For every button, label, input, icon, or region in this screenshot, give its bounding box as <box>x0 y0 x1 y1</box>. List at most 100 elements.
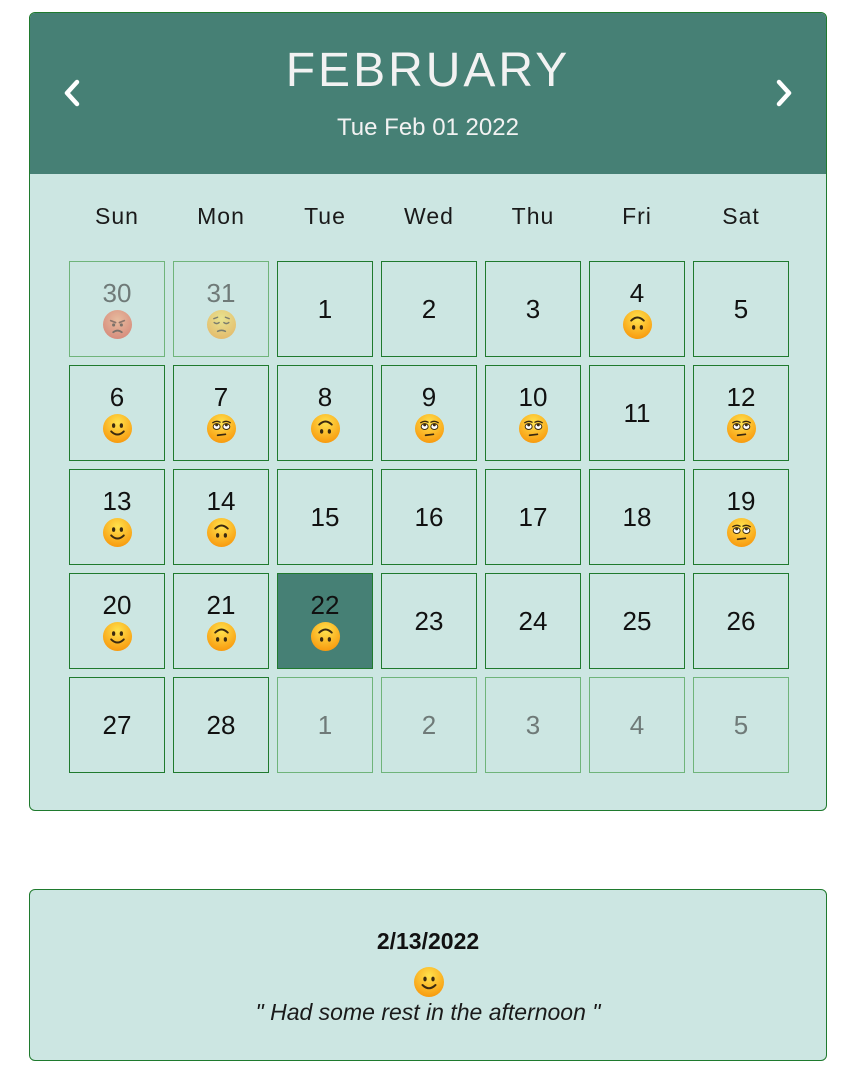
detail-date: 2/13/2022 <box>376 928 480 954</box>
day-cell[interactable]: 6 <box>69 365 165 461</box>
day-cell[interactable]: 26 <box>693 573 789 669</box>
day-detail-panel: 2/13/2022 " Had some rest in the afterno… <box>29 889 827 1061</box>
day-number: 13 <box>102 485 132 516</box>
month-title: FEBRUARY <box>285 44 571 97</box>
day-grid: 30 31 1234 56 7 8 9 10 11 12 13 14 15 16… <box>69 261 789 773</box>
day-number: 14 <box>206 485 236 516</box>
day-cell[interactable]: 19 <box>693 469 789 565</box>
day-number: 5 <box>733 294 749 324</box>
day-number: 2 <box>421 294 437 324</box>
day-cell[interactable]: 20 <box>69 573 165 669</box>
day-cell[interactable]: 30 <box>69 261 165 357</box>
day-cell[interactable]: 25 <box>589 573 685 669</box>
day-number: 5 <box>733 710 749 740</box>
day-cell[interactable]: 11 <box>589 365 685 461</box>
day-number: 31 <box>206 277 236 308</box>
smile-face-icon <box>102 621 133 652</box>
day-number: 19 <box>726 485 756 516</box>
eye-roll-face-icon <box>414 413 445 444</box>
day-cell[interactable]: 1 <box>277 677 373 773</box>
day-cell[interactable]: 1 <box>277 261 373 357</box>
day-number: 7 <box>213 381 229 412</box>
day-number: 10 <box>518 381 548 412</box>
day-cell[interactable]: 9 <box>381 365 477 461</box>
day-number: 25 <box>622 606 652 636</box>
day-number: 20 <box>102 589 132 620</box>
day-cell[interactable]: 31 <box>173 261 269 357</box>
day-cell[interactable]: 7 <box>173 365 269 461</box>
angry-face-icon <box>102 309 133 340</box>
day-cell[interactable]: 28 <box>173 677 269 773</box>
smile-face-icon <box>102 413 133 444</box>
day-number: 11 <box>623 398 651 428</box>
upside-down-face-icon <box>622 309 653 340</box>
calendar-header: FEBRUARY Tue Feb 01 2022 <box>30 13 826 174</box>
day-number: 2 <box>421 710 437 740</box>
weekday-mon: Mon <box>197 203 245 229</box>
eye-roll-face-icon <box>518 413 549 444</box>
day-number: 4 <box>629 710 645 740</box>
day-number: 12 <box>726 381 756 412</box>
day-cell[interactable]: 16 <box>381 469 477 565</box>
day-number: 8 <box>317 381 333 412</box>
day-cell[interactable]: 8 <box>277 365 373 461</box>
day-number: 23 <box>414 606 444 636</box>
day-number: 18 <box>622 502 652 532</box>
day-number: 15 <box>310 502 340 532</box>
day-cell[interactable]: 5 <box>693 261 789 357</box>
day-number: 1 <box>317 294 333 324</box>
upside-down-face-icon <box>206 517 237 548</box>
day-number: 30 <box>102 277 132 308</box>
day-cell[interactable]: 4 <box>589 677 685 773</box>
day-cell[interactable]: 17 <box>485 469 581 565</box>
day-number: 22 <box>310 589 340 620</box>
day-cell[interactable]: 27 <box>69 677 165 773</box>
weekday-sun: Sun <box>95 203 139 229</box>
day-cell[interactable]: 2 <box>381 677 477 773</box>
day-cell[interactable]: 15 <box>277 469 373 565</box>
weekday-wed: Wed <box>404 203 454 229</box>
day-number: 9 <box>421 381 437 412</box>
weekday-header-row: Sun Mon Tue Wed Thu Fri Sat <box>69 203 789 233</box>
next-month-button[interactable] <box>766 75 802 111</box>
day-cell[interactable]: 2 <box>381 261 477 357</box>
day-cell[interactable]: 14 <box>173 469 269 565</box>
day-number: 21 <box>206 589 236 620</box>
day-number: 6 <box>109 381 125 412</box>
day-number: 4 <box>629 277 645 308</box>
day-cell[interactable]: 13 <box>69 469 165 565</box>
smile-face-icon <box>413 966 445 998</box>
weekday-sat: Sat <box>722 203 760 229</box>
day-number: 1 <box>317 710 333 740</box>
day-number: 27 <box>102 710 132 740</box>
day-number: 16 <box>414 502 444 532</box>
day-cell[interactable]: 10 <box>485 365 581 461</box>
calendar: FEBRUARY Tue Feb 01 2022 Sun Mon Tue Wed Thu… <box>29 12 827 811</box>
day-number: 24 <box>518 606 548 636</box>
upside-down-face-icon <box>206 621 237 652</box>
day-cell[interactable]: 4 <box>589 261 685 357</box>
eye-roll-face-icon <box>206 413 237 444</box>
weekday-tue: Tue <box>304 203 346 229</box>
current-date-label: Tue Feb 01 2022 <box>337 114 519 141</box>
detail-note: " Had some rest in the afternoon " <box>255 999 601 1025</box>
day-number: 26 <box>726 606 756 636</box>
day-number: 17 <box>518 502 548 532</box>
day-cell[interactable]: 3 <box>485 261 581 357</box>
eye-roll-face-icon <box>726 517 757 548</box>
day-number: 28 <box>206 710 236 740</box>
day-cell[interactable]: 3 <box>485 677 581 773</box>
day-number: 3 <box>525 710 541 740</box>
day-cell[interactable]: 5 <box>693 677 789 773</box>
day-cell[interactable]: 12 <box>693 365 789 461</box>
day-cell[interactable]: 24 <box>485 573 581 669</box>
day-cell[interactable]: 21 <box>173 573 269 669</box>
day-cell[interactable]: 18 <box>589 469 685 565</box>
chevron-right-icon <box>776 79 792 107</box>
upside-down-face-icon <box>310 621 341 652</box>
day-cell[interactable]: 23 <box>381 573 477 669</box>
eye-roll-face-icon <box>726 413 757 444</box>
day-cell[interactable]: 22 <box>277 573 373 669</box>
smile-face-icon <box>102 517 133 548</box>
weekday-thu: Thu <box>511 203 555 229</box>
